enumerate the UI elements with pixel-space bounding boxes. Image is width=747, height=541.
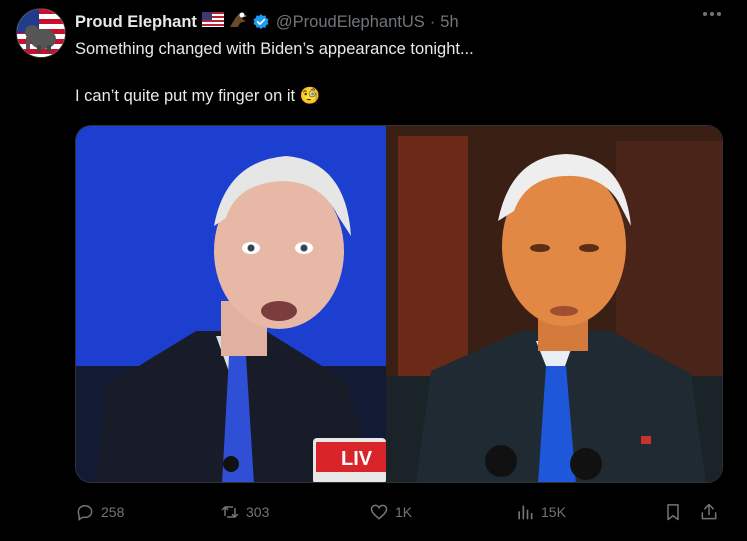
- media-right-panel: [386, 126, 722, 482]
- separator-dot: ·: [429, 12, 436, 31]
- reply-count: 258: [101, 504, 125, 520]
- reply-icon: [77, 504, 93, 521]
- left-portrait-image: LIV: [76, 126, 386, 482]
- repost-count: 303: [246, 504, 270, 520]
- share-icon: [701, 503, 717, 520]
- views-button[interactable]: 15K: [515, 502, 566, 522]
- repost-button[interactable]: 303: [220, 502, 269, 522]
- like-button[interactable]: 1K: [369, 502, 412, 522]
- heart-icon: [370, 504, 388, 520]
- reply-button[interactable]: 258: [75, 502, 124, 522]
- right-portrait-image: [386, 126, 722, 482]
- avatar[interactable]: [16, 8, 66, 58]
- author-name[interactable]: Proud Elephant: [75, 13, 197, 32]
- tweet-text-line-1: Something changed with Biden’s appearanc…: [75, 40, 474, 58]
- verified-badge-icon[interactable]: [252, 13, 270, 31]
- author-handle[interactable]: @ProudElephantUS: [276, 13, 425, 32]
- like-count: 1K: [395, 504, 413, 520]
- live-badge-text: LIV: [341, 448, 373, 470]
- tweet-text: Something changed with Biden’s appearanc…: [75, 38, 727, 107]
- eagle-icon: [228, 11, 248, 34]
- tweet-media-image[interactable]: LIV: [75, 125, 723, 483]
- media-left-panel: LIV: [76, 126, 386, 482]
- views-count: 15K: [541, 504, 566, 520]
- us-flag-icon: [201, 12, 224, 32]
- tweet-card[interactable]: Proud Elephant @ProudElephantUS · 5h Som…: [0, 0, 747, 541]
- avatar-flag-elephant-image: [17, 9, 65, 57]
- repost-icon: [221, 506, 239, 518]
- share-button[interactable]: [699, 502, 719, 522]
- tweet-text-line-2: I can’t quite put my finger on it 🧐: [75, 87, 321, 105]
- bookmark-icon: [667, 504, 679, 521]
- tweet-header: Proud Elephant @ProudElephantUS · 5h: [75, 11, 727, 33]
- tweet-actions: 258 303 1K 15K: [75, 498, 723, 526]
- bookmark-button[interactable]: [663, 502, 683, 522]
- more-options-icon[interactable]: [703, 12, 721, 16]
- post-time[interactable]: 5h: [440, 13, 458, 32]
- analytics-icon: [518, 505, 533, 520]
